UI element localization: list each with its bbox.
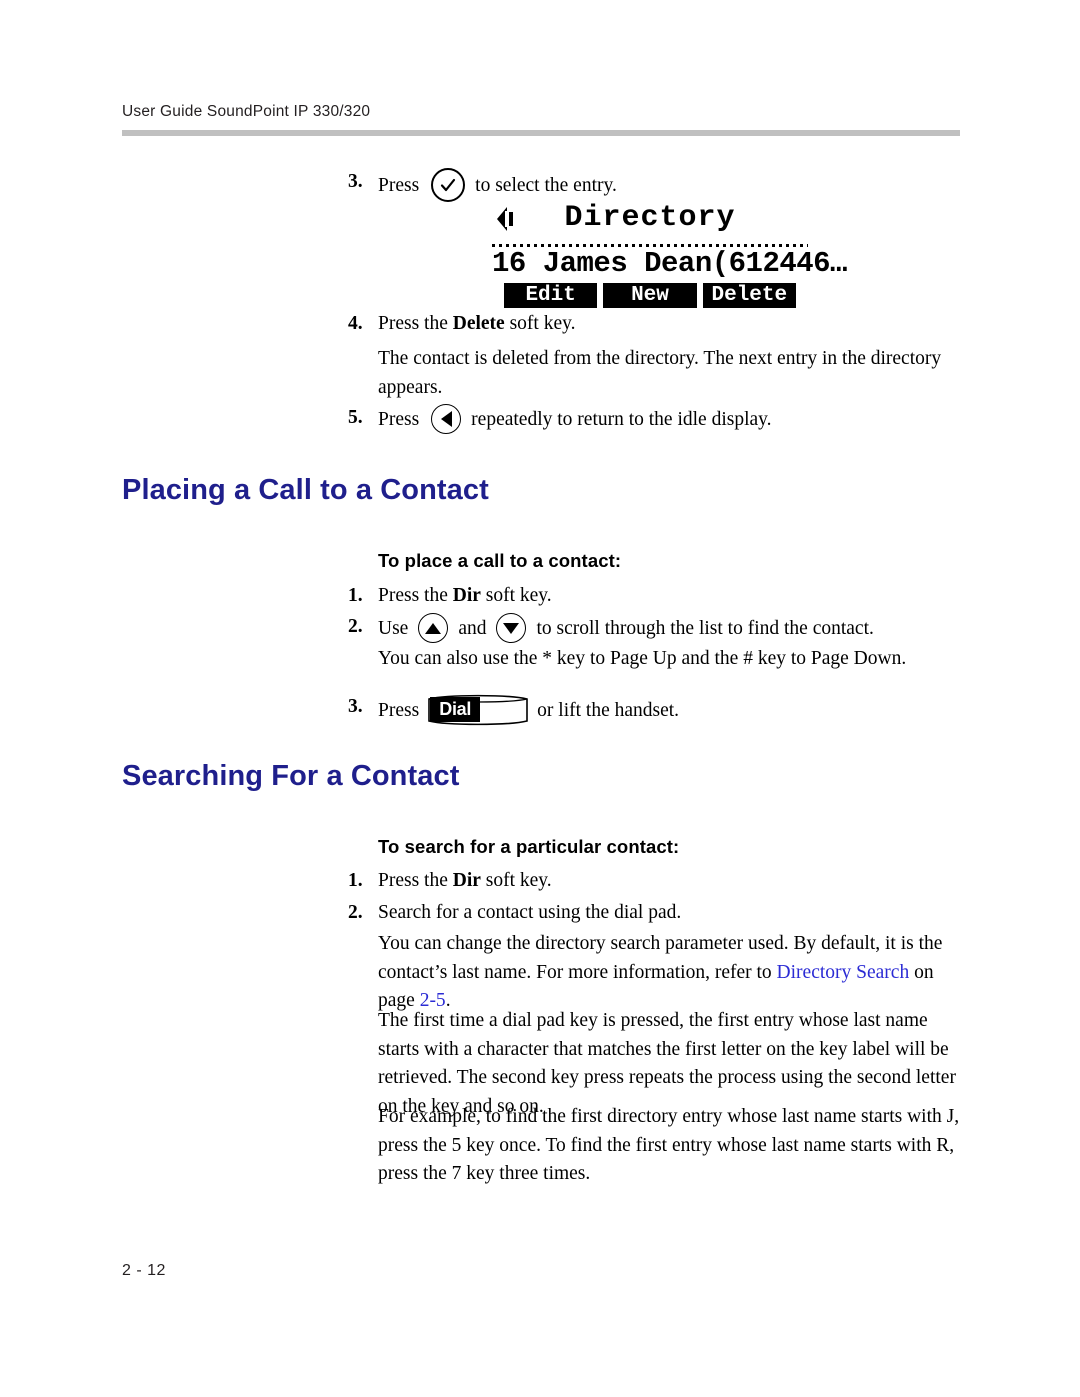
step-number: 5. [348, 407, 363, 428]
placing-step-1: 1. Press the Dir soft key. [348, 582, 552, 609]
lcd-softkey-edit[interactable]: Edit [504, 283, 598, 308]
step-text-after: to select the entry. [475, 174, 617, 196]
step-number: 1. [348, 585, 363, 606]
step-text-before: Press [378, 408, 420, 430]
step-number: 2. [348, 902, 363, 923]
softkey-name-delete: Delete [452, 313, 505, 334]
step-text: Press Dial or lift the handset. [378, 693, 679, 727]
arrow-up-circle-icon [418, 613, 449, 643]
step-text-middle: and [458, 617, 487, 639]
document-page: User Guide SoundPoint IP 330/320 3. Pres… [0, 0, 1080, 1397]
lcd-title-row: Directory [490, 201, 810, 241]
searching-paragraph-3: For example, to find the first directory… [378, 1106, 960, 1184]
step-3-select-entry: 3. Press to select the entry. [348, 168, 617, 202]
softkey-name-dir: Dir [452, 870, 481, 891]
step-number: 3. [348, 171, 363, 192]
searching-step-2: 2. Search for a contact using the dial p… [348, 899, 681, 926]
lcd-screen-graphic: Directory 16 James Dean(612446… Edit New… [490, 201, 847, 308]
step-number: 2. [348, 616, 363, 637]
step-number: 1. [348, 870, 363, 891]
heading-searching-for-a-contact: Searching For a Contact [122, 760, 460, 792]
link-directory-search[interactable]: Directory Search [777, 962, 910, 983]
left-triangle-glyph [440, 411, 452, 427]
step-4-press-delete: 4. Press the Delete soft key. [348, 310, 575, 337]
subheading-to-place-a-call: To place a call to a contact: [378, 550, 622, 571]
lcd-softkey-new[interactable]: New [603, 283, 697, 308]
searching-step-1: 1. Press the Dir soft key. [348, 867, 552, 894]
step-text-before: Press [378, 699, 420, 721]
step-text: Press to select the entry. [378, 168, 617, 202]
lcd-softkey-delete[interactable]: Delete [702, 283, 796, 308]
step-text-after: repeatedly to return to the idle display… [471, 408, 772, 430]
placing-step-3: 3. Press Dial or lift the handset. [348, 693, 679, 727]
running-header: User Guide SoundPoint IP 330/320 [122, 103, 371, 120]
step-number: 4. [348, 313, 363, 334]
left-arrow-circle-icon [431, 404, 462, 434]
step-text-before: Press the [378, 585, 453, 606]
lcd-title: Directory [564, 201, 736, 235]
step-text-after: soft key. [504, 313, 576, 334]
dial-softkey-graphic[interactable]: Dial [427, 693, 529, 727]
lcd-directory-entry: 16 James Dean(612446… [492, 247, 847, 280]
step-5-return-idle: 5. Press repeatedly to return to the idl… [348, 404, 772, 434]
step-text-before: Press the [378, 313, 453, 334]
arrow-down-circle-icon [496, 613, 527, 643]
step-text-before: Use [378, 617, 409, 639]
step-4-note: The contact is deleted from the director… [378, 348, 942, 398]
step-text-before: Press the [378, 870, 453, 891]
step-text: Press repeatedly to return to the idle d… [378, 404, 772, 434]
step-text-after: or lift the handset. [537, 699, 680, 721]
placing-step-2-note: You can also use the * key to Page Up an… [378, 648, 907, 669]
up-triangle-glyph [425, 622, 442, 634]
step-text-after: to scroll through the list to find the c… [536, 617, 874, 639]
down-triangle-glyph [503, 622, 520, 634]
searching-paragraph-1: You can change the directory search para… [378, 930, 956, 1016]
step-text: Press the Delete soft key. [378, 310, 575, 337]
softkey-name-dir: Dir [452, 585, 481, 606]
step-text: Search for a contact using the dial pad. [378, 902, 682, 923]
step-text: Use and to scroll through the list to fi… [378, 613, 874, 643]
step-text-after: soft key. [480, 870, 552, 891]
subheading-to-search-for-contact: To search for a particular contact: [378, 836, 680, 857]
placing-step-2: 2. Use and to scroll through the list to… [348, 613, 874, 643]
heading-placing-a-call: Placing a Call to a Contact [122, 474, 489, 506]
step-text-before: Press [378, 174, 420, 196]
select-check-circle-icon [431, 168, 466, 202]
step-text: Press the Dir soft key. [378, 867, 552, 894]
footer-page-number: 2 - 12 [122, 1262, 166, 1279]
step-text-after: soft key. [480, 585, 552, 606]
step-number: 3. [348, 696, 363, 717]
step-text: Press the Dir soft key. [378, 582, 552, 609]
lcd-softkey-bar: Edit New Delete [504, 283, 796, 308]
dial-softkey-label: Dial [430, 697, 481, 722]
header-rule [122, 130, 960, 136]
